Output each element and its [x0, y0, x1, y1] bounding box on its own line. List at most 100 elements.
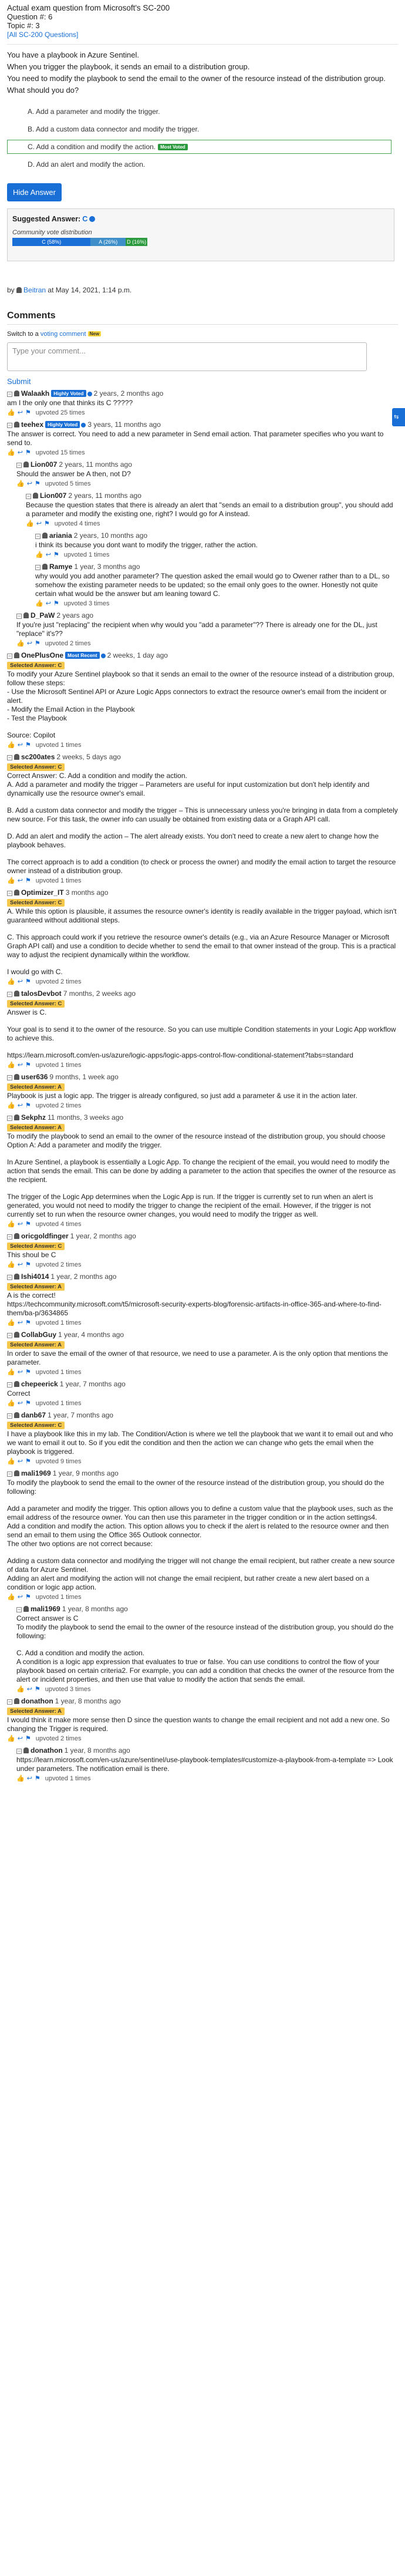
reply-icon[interactable]: ↩ [18, 1369, 23, 1376]
collapse-icon[interactable]: − [16, 463, 22, 468]
reply-icon[interactable]: ↩ [36, 520, 42, 527]
choice-d[interactable]: D. Add an alert and modify the action. [7, 157, 392, 171]
comment-author[interactable]: OnePlusOne [21, 651, 63, 659]
collapse-icon[interactable]: − [7, 1471, 12, 1477]
flag-icon[interactable]: ⚑ [25, 1369, 31, 1376]
comment-author[interactable]: Walaakh [21, 389, 49, 398]
comment-author[interactable]: oricgoldfinger [21, 1232, 69, 1240]
upvote-icon[interactable]: 👍 [7, 1221, 15, 1228]
upvote-icon[interactable]: 👍 [7, 1458, 15, 1465]
reply-icon[interactable]: ↩ [18, 449, 23, 456]
collapse-icon[interactable]: − [7, 423, 12, 428]
upvote-icon[interactable]: 👍 [26, 520, 34, 527]
upvote-icon[interactable]: 👍 [16, 1686, 25, 1693]
flag-icon[interactable]: ⚑ [25, 1221, 31, 1228]
comment-author[interactable]: ariania [49, 531, 72, 540]
flag-icon[interactable]: ⚑ [35, 1775, 41, 1782]
reply-icon[interactable]: ↩ [18, 742, 23, 749]
upvote-icon[interactable]: 👍 [7, 409, 15, 416]
reply-icon[interactable]: ↩ [27, 1775, 32, 1782]
reply-icon[interactable]: ↩ [18, 877, 23, 884]
collapse-icon[interactable]: − [16, 614, 22, 619]
flag-icon[interactable]: ⚑ [53, 551, 59, 558]
flag-icon[interactable]: ⚑ [25, 449, 31, 456]
reply-icon[interactable]: ↩ [18, 1458, 23, 1465]
choice-a[interactable]: A. Add a parameter and modify the trigge… [7, 105, 392, 119]
collapse-icon[interactable]: − [7, 1234, 12, 1240]
side-tab-button[interactable]: ⇆ [392, 408, 405, 426]
comment-author[interactable]: donathon [21, 1697, 53, 1705]
collapse-icon[interactable]: − [7, 654, 12, 659]
flag-icon[interactable]: ⚑ [25, 1102, 31, 1109]
all-questions-link[interactable]: [All SC-200 Questions] [7, 31, 78, 39]
reply-icon[interactable]: ↩ [18, 1319, 23, 1326]
comment-author[interactable]: talosDevbot [21, 989, 62, 998]
flag-icon[interactable]: ⚑ [25, 1458, 31, 1465]
comment-author[interactable]: Optimizer_IT [21, 888, 64, 897]
upvote-icon[interactable]: 👍 [7, 877, 15, 884]
choice-b[interactable]: B. Add a custom data connector and modif… [7, 122, 392, 136]
flag-icon[interactable]: ⚑ [25, 1319, 31, 1326]
reply-icon[interactable]: ↩ [18, 1261, 23, 1268]
reply-icon[interactable]: ↩ [18, 409, 23, 416]
upvote-icon[interactable]: 👍 [7, 742, 15, 749]
collapse-icon[interactable]: − [7, 1116, 12, 1121]
comment-author[interactable]: user636 [21, 1073, 48, 1081]
flag-icon[interactable]: ⚑ [25, 742, 31, 749]
collapse-icon[interactable]: − [16, 1607, 22, 1612]
comment-author[interactable]: Ramye [49, 563, 72, 571]
comment-author[interactable]: teehex [21, 420, 43, 429]
upvote-icon[interactable]: 👍 [16, 480, 25, 487]
comment-author[interactable]: mali1969 [21, 1469, 51, 1477]
upvote-icon[interactable]: 👍 [7, 1261, 15, 1268]
upvote-icon[interactable]: 👍 [35, 600, 43, 607]
upvote-icon[interactable]: 👍 [7, 1735, 15, 1742]
reply-icon[interactable]: ↩ [18, 1594, 23, 1601]
flag-icon[interactable]: ⚑ [25, 1594, 31, 1601]
collapse-icon[interactable]: − [35, 565, 41, 570]
flag-icon[interactable]: ⚑ [25, 1062, 31, 1069]
hide-answer-button[interactable]: Hide Answer [7, 183, 62, 201]
flag-icon[interactable]: ⚑ [25, 1400, 31, 1407]
comment-author[interactable]: mali1969 [31, 1605, 60, 1613]
reply-icon[interactable]: ↩ [18, 1400, 23, 1407]
comment-author[interactable]: donathon [31, 1746, 63, 1755]
info-icon[interactable] [81, 423, 86, 427]
upvote-icon[interactable]: 👍 [7, 449, 15, 456]
upvote-icon[interactable]: 👍 [7, 1400, 15, 1407]
collapse-icon[interactable]: − [7, 1699, 12, 1705]
comment-author[interactable]: chepeerick [21, 1380, 58, 1388]
info-icon[interactable] [89, 216, 96, 222]
flag-icon[interactable]: ⚑ [35, 640, 41, 647]
flag-icon[interactable]: ⚑ [35, 480, 41, 487]
collapse-icon[interactable]: − [7, 1275, 12, 1280]
upvote-icon[interactable]: 👍 [7, 1062, 15, 1069]
collapse-icon[interactable]: − [7, 1333, 12, 1338]
collapse-icon[interactable]: − [16, 1749, 22, 1754]
flag-icon[interactable]: ⚑ [25, 1261, 31, 1268]
collapse-icon[interactable]: − [7, 1413, 12, 1419]
comment-author[interactable]: danb67 [21, 1411, 46, 1419]
author-link[interactable]: Beitran [23, 286, 46, 294]
upvote-icon[interactable]: 👍 [7, 1102, 15, 1109]
reply-icon[interactable]: ↩ [18, 978, 23, 985]
collapse-icon[interactable]: − [7, 392, 12, 397]
submit-button[interactable]: Submit [7, 377, 398, 386]
reply-icon[interactable]: ↩ [46, 551, 51, 558]
choice-c[interactable]: C. Add a condition and modify the action… [7, 140, 392, 154]
flag-icon[interactable]: ⚑ [25, 1735, 31, 1742]
voting-comment-link[interactable]: voting comment [41, 331, 86, 338]
flag-icon[interactable]: ⚑ [25, 409, 31, 416]
upvote-icon[interactable]: 👍 [7, 1319, 15, 1326]
reply-icon[interactable]: ↩ [18, 1062, 23, 1069]
upvote-icon[interactable]: 👍 [16, 1775, 25, 1782]
flag-icon[interactable]: ⚑ [44, 520, 50, 527]
upvote-icon[interactable]: 👍 [16, 640, 25, 647]
comment-author[interactable]: D_PaW [31, 611, 55, 619]
comment-author[interactable]: Lion007 [31, 460, 57, 469]
upvote-icon[interactable]: 👍 [35, 551, 43, 558]
reply-icon[interactable]: ↩ [27, 480, 32, 487]
reply-icon[interactable]: ↩ [18, 1221, 23, 1228]
collapse-icon[interactable]: − [7, 1382, 12, 1388]
upvote-icon[interactable]: 👍 [7, 1369, 15, 1376]
